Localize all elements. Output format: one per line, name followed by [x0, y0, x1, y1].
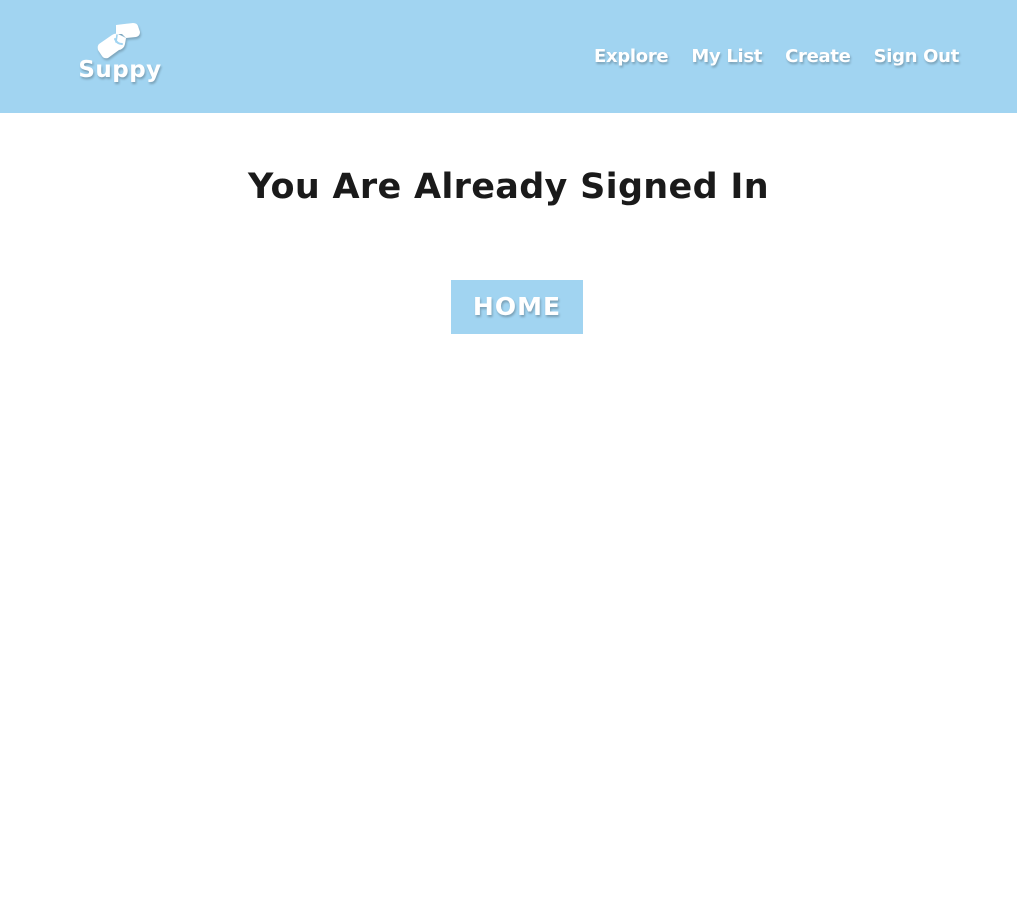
nav-link-sign-out[interactable]: Sign Out — [874, 43, 960, 71]
brand-name: Suppy — [78, 57, 162, 83]
handshake-icon — [97, 23, 140, 59]
home-button[interactable]: HOME — [451, 280, 583, 334]
page-title: You Are Already Signed In — [248, 167, 769, 207]
top-navbar: Suppy Explore My List Create Sign Out — [0, 0, 1017, 113]
nav-menu: Explore My List Create Sign Out — [594, 43, 959, 71]
nav-link-explore[interactable]: Explore — [594, 43, 669, 71]
nav-link-my-list[interactable]: My List — [691, 43, 762, 71]
brand-logo-link[interactable]: Suppy — [74, 20, 166, 90]
nav-link-create[interactable]: Create — [785, 43, 851, 71]
